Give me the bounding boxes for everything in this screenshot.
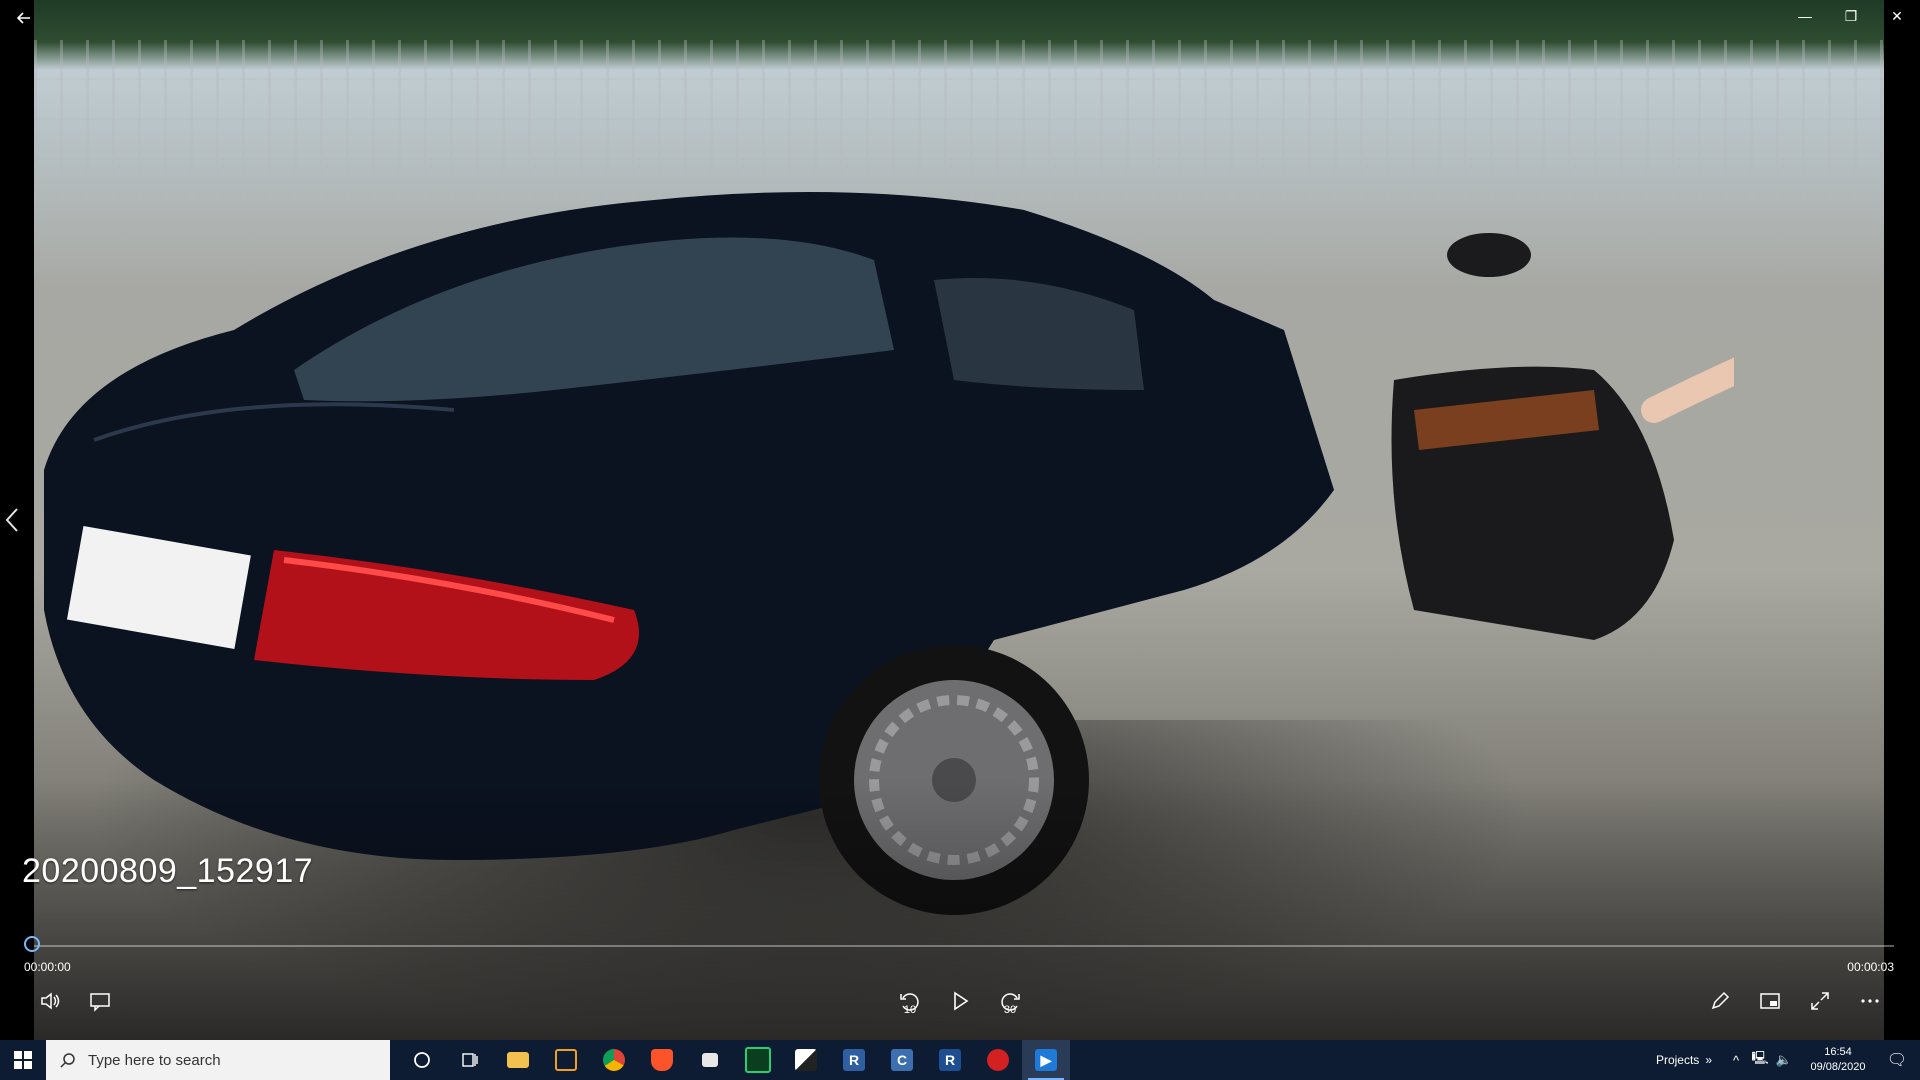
search-icon (60, 1053, 75, 1068)
edit-button[interactable] (1702, 986, 1738, 1018)
minimize-button[interactable]: — (1782, 0, 1828, 32)
volume-tray-icon[interactable]: 🔈 (1772, 1052, 1796, 1068)
app-r-button[interactable]: R (830, 1040, 878, 1080)
play-icon (954, 991, 969, 1011)
back-button[interactable] (10, 4, 38, 32)
files-button[interactable] (686, 1040, 734, 1080)
seek-bar[interactable] (34, 945, 1894, 947)
start-button[interactable] (0, 1040, 46, 1080)
puzzle-icon (795, 1049, 817, 1071)
back-arrow-icon (16, 12, 30, 24)
captions-icon (90, 993, 110, 1012)
captions-button[interactable] (82, 986, 118, 1018)
app-c-button[interactable]: C (878, 1040, 926, 1080)
right-letterbox (1884, 0, 1920, 1040)
restore-button[interactable]: ❐ (1828, 0, 1874, 32)
system-tray: Projects » ^ 🖳 🔈 16:54 09/08/2020 🗨 (1656, 1040, 1920, 1080)
window-controls: — ❐ ✕ (1782, 0, 1920, 32)
skip-forward-label: 30 (1003, 1004, 1017, 1016)
toolbar-chevron-icon[interactable]: » (1705, 1053, 1712, 1067)
c-app-icon: C (891, 1049, 913, 1071)
expand-icon (1811, 992, 1829, 1010)
app-green-button[interactable] (734, 1040, 782, 1080)
chrome-button[interactable] (590, 1040, 638, 1080)
app-puzzle-button[interactable] (782, 1040, 830, 1080)
brave-lion-icon (651, 1049, 673, 1071)
projects-toolbar[interactable]: Projects (1656, 1053, 1699, 1067)
clock-time: 16:54 (1824, 1046, 1852, 1058)
network-icon[interactable]: 🖳 (1748, 1049, 1772, 1071)
windows-logo-icon (14, 1051, 32, 1069)
ellipsis-icon (1861, 999, 1879, 1003)
cortana-icon (414, 1052, 430, 1068)
search-placeholder: Type here to search (88, 1051, 221, 1069)
r-app-icon: R (843, 1049, 865, 1071)
clock[interactable]: 16:54 09/08/2020 (1802, 1045, 1874, 1075)
file-icon (702, 1053, 718, 1067)
app-red-button[interactable] (974, 1040, 1022, 1080)
video-title: 20200809_152917 (22, 852, 314, 890)
clock-date: 09/08/2020 (1810, 1061, 1866, 1073)
chrome-icon (603, 1049, 625, 1071)
volume-button[interactable] (32, 986, 68, 1018)
cortana-button[interactable] (398, 1040, 446, 1080)
time-total: 00:00:03 (1847, 960, 1894, 974)
app-r-blue-button[interactable]: R (926, 1040, 974, 1080)
taskbar: Type here to search R C R ▶ Projects » ^… (0, 1040, 1920, 1080)
mail-button[interactable] (542, 1040, 590, 1080)
mail-icon (555, 1049, 577, 1071)
speaker-icon (41, 992, 60, 1010)
time-current: 00:00:00 (24, 960, 71, 974)
seek-thumb[interactable] (24, 936, 40, 952)
skip-back-button[interactable]: 10 (892, 986, 928, 1018)
brave-button[interactable] (638, 1040, 686, 1080)
skip-back-label: 10 (903, 1004, 917, 1016)
more-options-button[interactable] (1852, 986, 1888, 1018)
show-hidden-icons-icon[interactable]: ^ (1724, 1053, 1748, 1068)
folder-icon (507, 1052, 529, 1068)
task-view-button[interactable] (446, 1040, 494, 1080)
chevron-left-icon (5, 508, 18, 532)
video-player[interactable]: — ❐ ✕ 20200809_152917 00:00:00 00:00:03 … (0, 0, 1920, 1040)
r-blue-app-icon: R (939, 1049, 961, 1071)
previous-item-button[interactable] (4, 505, 28, 535)
mini-view-icon (1760, 993, 1780, 1009)
close-button[interactable]: ✕ (1874, 0, 1920, 32)
play-button[interactable] (942, 986, 978, 1018)
red-bug-icon (987, 1049, 1009, 1071)
skip-forward-button[interactable]: 30 (992, 986, 1028, 1018)
task-view-icon (462, 1053, 478, 1067)
pencil-icon (1711, 991, 1730, 1010)
mini-view-button[interactable] (1752, 986, 1788, 1018)
notifications-icon[interactable]: 🗨 (1874, 1050, 1920, 1070)
movies-tv-button[interactable]: ▶ (1022, 1040, 1070, 1080)
file-explorer-button[interactable] (494, 1040, 542, 1080)
taskbar-search[interactable]: Type here to search (46, 1040, 390, 1080)
app-green-icon (745, 1047, 771, 1073)
fullscreen-button[interactable] (1802, 986, 1838, 1018)
movies-tv-icon: ▶ (1035, 1049, 1057, 1071)
